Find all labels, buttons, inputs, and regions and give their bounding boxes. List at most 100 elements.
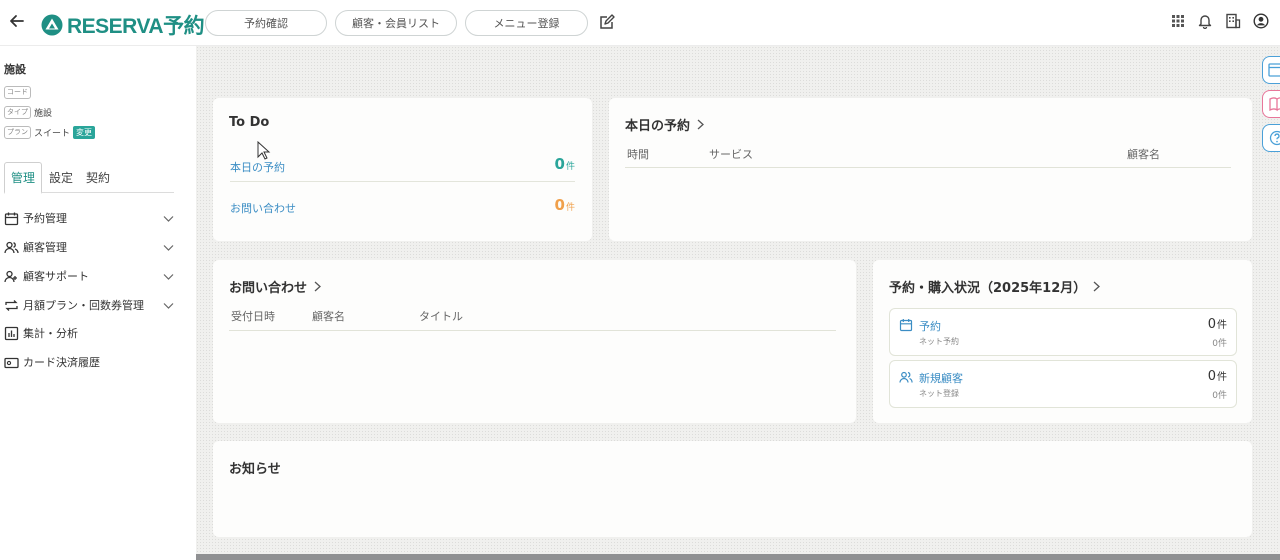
nav-menu-register-button[interactable]: メニュー登録 <box>465 10 588 36</box>
facility-code-row: コード <box>4 86 31 99</box>
table-divider <box>229 330 836 331</box>
sidebar-item-customer-support[interactable]: 顧客サポート <box>4 265 176 287</box>
building-icon[interactable] <box>1225 13 1241 29</box>
stat-value: 0件 <box>1207 317 1227 332</box>
stat-sub-value: 0件 <box>1212 339 1227 349</box>
column-header-service: サービス <box>709 148 753 161</box>
calendar-icon <box>899 318 913 332</box>
sidebar-tabs: 管理 設定 契約 <box>4 162 174 194</box>
users-icon <box>4 240 19 255</box>
bottom-scrollbar[interactable] <box>196 554 1280 560</box>
sidebar-item-card-payments[interactable]: カード決済履歴 <box>4 351 176 373</box>
todo-title: To Do <box>229 115 269 130</box>
todo-card: To Do 本日の予約 0件 お問い合わせ 0件 <box>213 98 592 241</box>
apps-grid-icon[interactable] <box>1170 13 1186 29</box>
users-icon <box>899 370 913 384</box>
chevron-right-icon <box>696 119 705 130</box>
mouse-cursor-icon <box>257 141 271 161</box>
stat-new-customers[interactable]: 新規顧客 ネット登録 0件 0件 <box>889 360 1237 408</box>
stat-sublabel: ネット予約 <box>919 337 959 346</box>
repeat-icon <box>4 298 19 313</box>
sidebar-item-label: 顧客管理 <box>23 241 67 254</box>
column-header-received: 受付日時 <box>231 310 275 323</box>
news-title: お知らせ <box>229 458 281 477</box>
facility-plan-row: プラン スイート 変更 <box>4 126 96 139</box>
chevron-down-icon[interactable] <box>163 213 174 224</box>
chevron-down-icon[interactable] <box>163 271 174 282</box>
today-title-text: 本日の予約 <box>625 119 691 134</box>
account-icon[interactable] <box>1253 13 1269 29</box>
sidebar-item-label: 集計・分析 <box>23 327 78 340</box>
sidebar-item-monthly-plan[interactable]: 月額プラン・回数券管理 <box>4 294 176 316</box>
column-header-title: タイトル <box>419 310 463 323</box>
sidebar-item-label: カード決済履歴 <box>23 356 100 369</box>
side-panel-manual-button[interactable] <box>1262 90 1280 118</box>
news-title-text: お知らせ <box>229 462 281 477</box>
today-title[interactable]: 本日の予約 <box>625 115 705 134</box>
bar-chart-icon <box>4 326 19 341</box>
logo-mark-icon <box>41 14 63 36</box>
todo-inquiry-count: 0件 <box>554 196 575 214</box>
stat-sublabel: ネット登録 <box>919 389 959 398</box>
news-card: お知らせ <box>213 441 1252 537</box>
todo-row-today: 本日の予約 0件 <box>230 152 575 182</box>
chevron-right-icon <box>1092 281 1101 292</box>
inquiries-title-text: お問い合わせ <box>229 281 308 296</box>
card-icon <box>4 355 19 370</box>
user-support-icon <box>4 269 19 284</box>
today-reservations-card: 本日の予約 時間 サービス 顧客名 <box>609 98 1252 241</box>
sidebar-item-customer-management[interactable]: 顧客管理 <box>4 236 176 258</box>
status-title-text: 予約・購入状況（2025年12月） <box>889 281 1087 296</box>
stat-value: 0件 <box>1207 369 1227 384</box>
sidebar-item-analytics[interactable]: 集計・分析 <box>4 322 176 344</box>
todo-row-inquiry: お問い合わせ 0件 <box>230 193 575 223</box>
nav-customer-list-button[interactable]: 顧客・会員リスト <box>335 10 457 36</box>
chevron-right-icon <box>313 281 322 292</box>
back-arrow-icon[interactable] <box>8 12 26 30</box>
table-divider <box>625 167 1231 168</box>
inquiries-title[interactable]: お問い合わせ <box>229 277 322 296</box>
inquiries-card: お問い合わせ 受付日時 顧客名 タイトル <box>213 260 856 423</box>
reserva-logo[interactable]: RESERVA予約 <box>41 10 205 40</box>
plan-value: スイート <box>34 129 71 139</box>
facility-type-row: タイプ 施設 <box>4 106 52 119</box>
todo-inquiry-link[interactable]: お問い合わせ <box>230 200 296 216</box>
tab-manage[interactable]: 管理 <box>4 162 42 194</box>
reservation-status-card: 予約・購入状況（2025年12月） 予約 ネット予約 0件 0件 新規顧客 ネッ… <box>873 260 1252 423</box>
sidebar-item-label: 月額プラン・回数券管理 <box>23 299 144 312</box>
todo-today-count: 0件 <box>554 155 575 173</box>
calendar-icon <box>4 211 19 226</box>
plan-tag: プラン <box>4 126 31 139</box>
chevron-down-icon[interactable] <box>163 300 174 311</box>
sidebar: 施設 コード タイプ 施設 プラン スイート 変更 管理 設定 契約 予約管理 … <box>0 46 196 560</box>
stat-label: 新規顧客 <box>919 372 963 385</box>
stat-sub-value: 0件 <box>1212 391 1227 401</box>
nav-reservation-check-button[interactable]: 予約確認 <box>205 10 327 36</box>
sidebar-item-label: 顧客サポート <box>23 270 89 283</box>
sidebar-item-label: 予約管理 <box>23 212 67 225</box>
chevron-down-icon[interactable] <box>163 242 174 253</box>
type-value: 施設 <box>34 109 53 119</box>
column-header-customer: 顧客名 <box>1127 148 1160 161</box>
type-tag: タイプ <box>4 106 31 119</box>
sidebar-item-reservation-management[interactable]: 予約管理 <box>4 207 176 229</box>
logo-text: RESERVA予約 <box>67 15 205 38</box>
bell-icon[interactable] <box>1197 13 1213 29</box>
side-panel-help-button[interactable] <box>1262 124 1280 152</box>
todo-title-text: To Do <box>229 115 270 130</box>
edit-icon[interactable] <box>598 14 615 31</box>
todo-today-link[interactable]: 本日の予約 <box>230 159 285 175</box>
tab-contract[interactable]: 契約 <box>82 162 114 192</box>
stat-label: 予約 <box>919 320 941 333</box>
tab-settings[interactable]: 設定 <box>45 162 77 192</box>
column-header-customer: 顧客名 <box>312 310 345 323</box>
column-header-time: 時間 <box>627 148 649 161</box>
top-bar: RESERVA予約 予約確認 顧客・会員リスト メニュー登録 <box>0 0 1280 46</box>
plan-change-button[interactable]: 変更 <box>73 126 96 139</box>
code-tag: コード <box>4 86 31 99</box>
status-title[interactable]: 予約・購入状況（2025年12月） <box>889 277 1101 296</box>
main-content: To Do 本日の予約 0件 お問い合わせ 0件 本日の予約 時間 サービス 顧… <box>196 46 1280 554</box>
side-panel-window-button[interactable] <box>1262 56 1280 84</box>
stat-reservations[interactable]: 予約 ネット予約 0件 0件 <box>889 308 1237 356</box>
facility-name: 施設 <box>4 63 26 76</box>
